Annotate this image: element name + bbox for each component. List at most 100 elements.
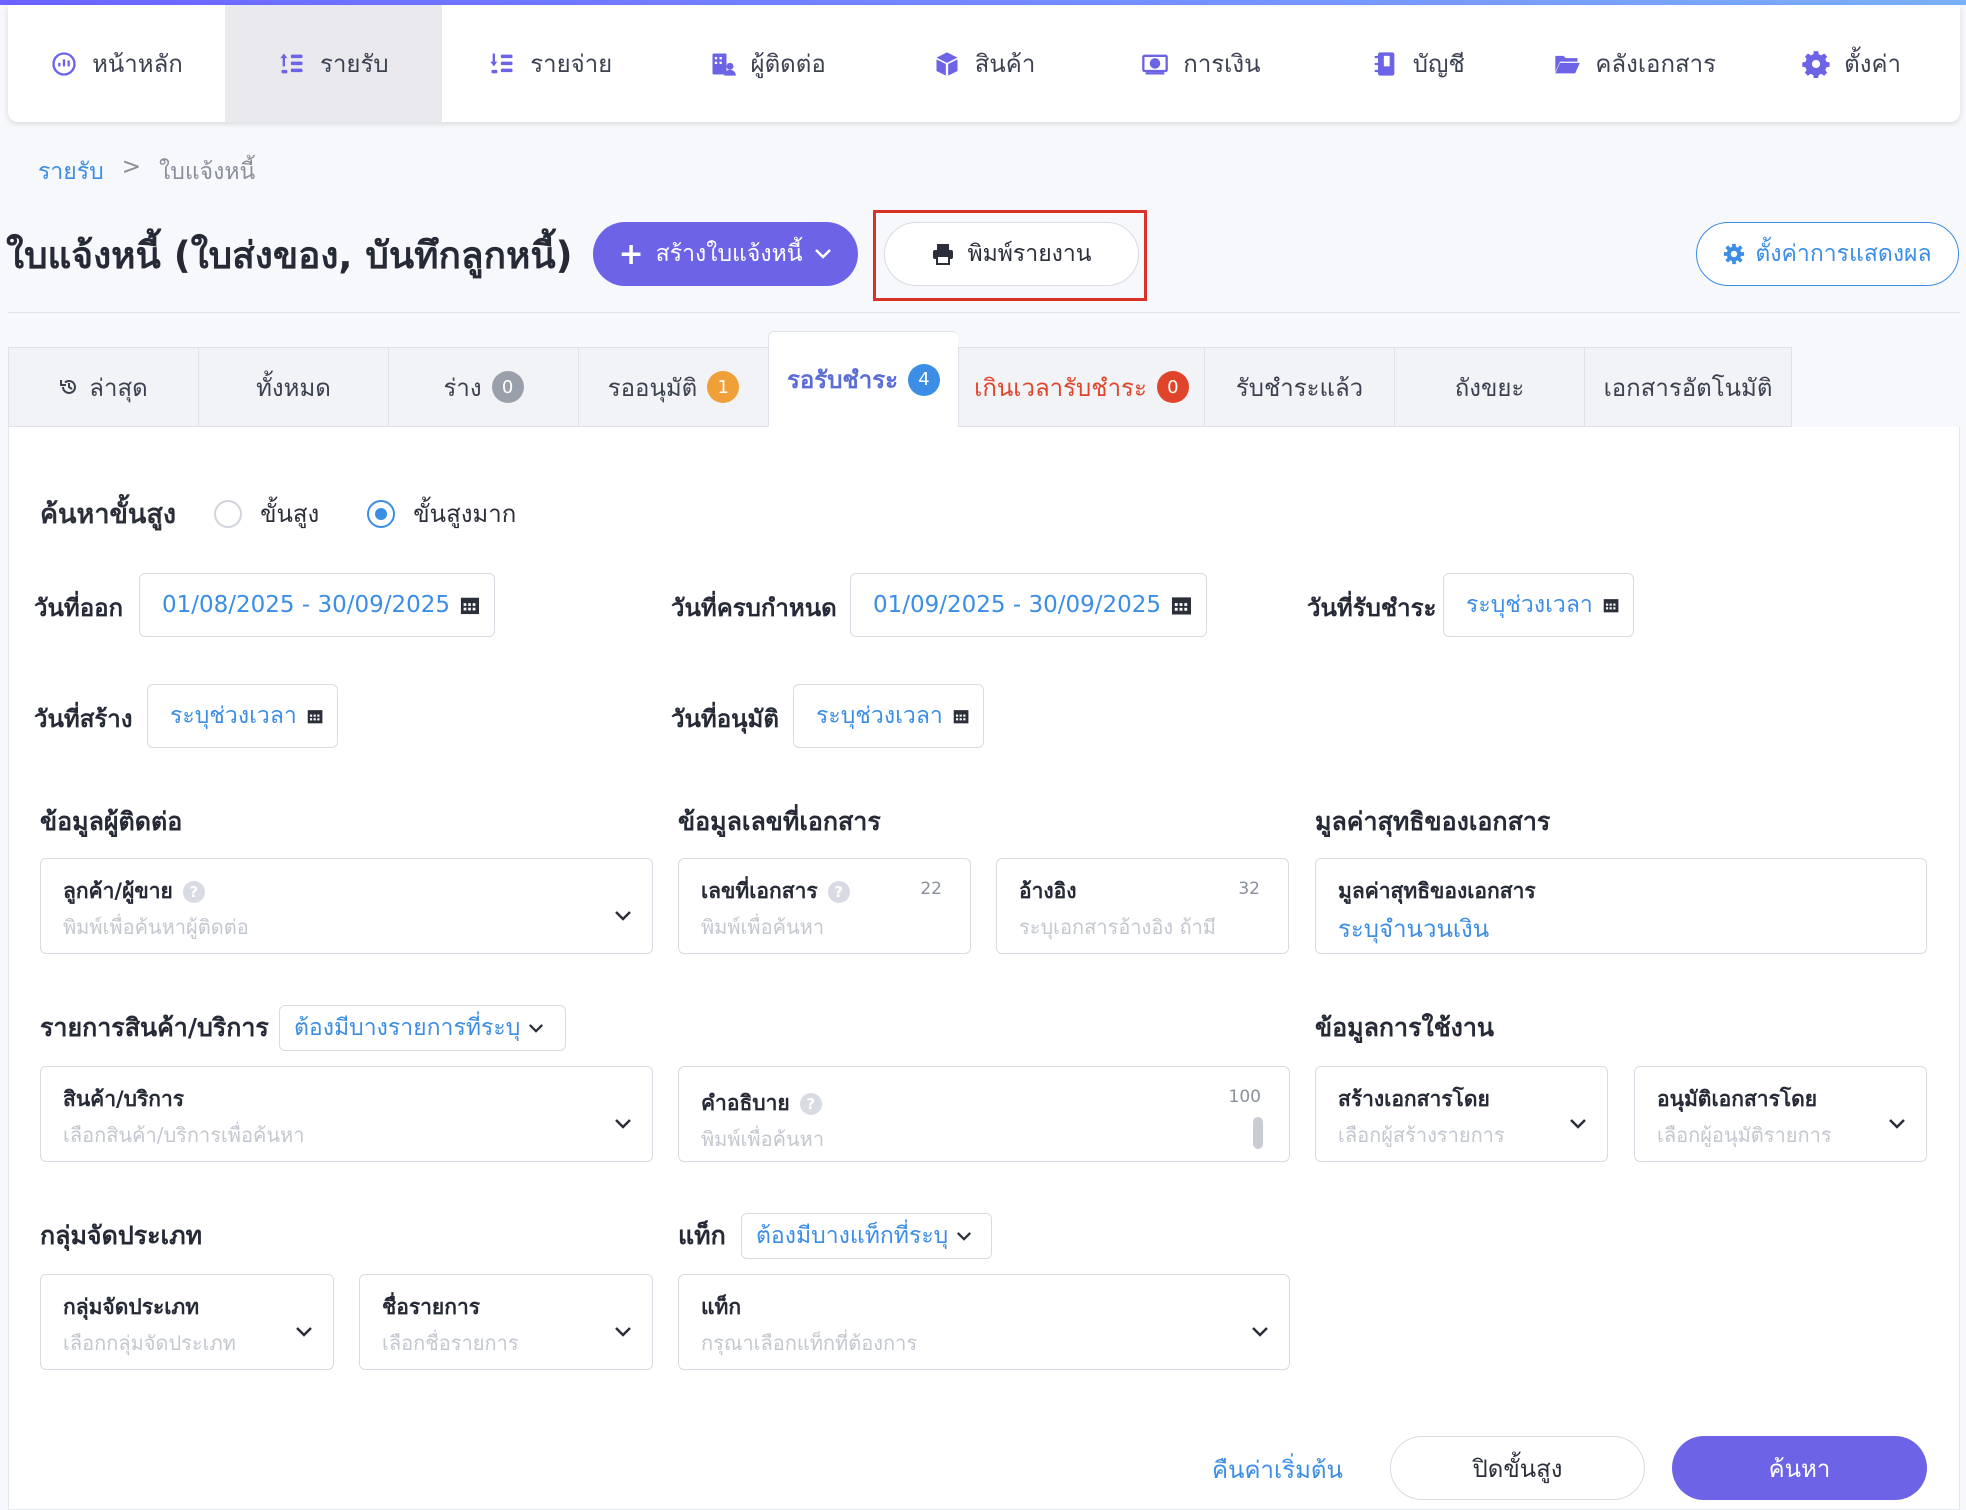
- created-by-label: สร้างเอกสารโดย: [1338, 1087, 1490, 1111]
- products-mode-select[interactable]: ต้องมีบางรายการที่ระบุ: [279, 1005, 566, 1051]
- close-advanced-button[interactable]: ปิดขั้นสูง: [1390, 1436, 1645, 1500]
- contact-section-title: ข้อมูลผู้ติดต่อ: [40, 807, 183, 836]
- net-value-input[interactable]: มูลค่าสุทธิของเอกสาร ระบุจำนวนเงิน: [1315, 858, 1927, 954]
- tags-mode-select[interactable]: ต้องมีบางแท็กที่ระบุ: [741, 1213, 992, 1259]
- nav-label: บัญชี: [1412, 50, 1465, 78]
- textarea-scrollbar[interactable]: [1253, 1117, 1263, 1149]
- description-placeholder: พิมพ์เพื่อค้นหา: [701, 1127, 825, 1151]
- tab-label: ถังขยะ: [1454, 373, 1525, 402]
- tab-all[interactable]: ทั้งหมด: [198, 347, 388, 427]
- document-number-input[interactable]: เลขที่เอกสาร ? 22 พิมพ์เพื่อค้นหา: [678, 858, 971, 954]
- contact-placeholder: พิมพ์เพื่อค้นหาผู้ติดต่อ: [63, 915, 249, 939]
- search-button[interactable]: ค้นหา: [1672, 1436, 1927, 1500]
- tab-awaiting-payment[interactable]: รอรับชำระ 4: [768, 331, 958, 427]
- docnum-label: เลขที่เอกสาร: [701, 879, 818, 903]
- nav-item-settings[interactable]: ตั้งค่า: [1743, 5, 1960, 122]
- nav-label: รายรับ: [320, 50, 389, 78]
- product-select[interactable]: สินค้า/บริการ เลือกสินค้า/บริการเพื่อค้น…: [40, 1066, 653, 1162]
- calendar-icon: [460, 597, 480, 615]
- nav-item-products[interactable]: สินค้า: [876, 5, 1093, 122]
- folder-icon: [1553, 50, 1581, 78]
- issue-date-value: 01/08/2025 - 30/09/2025: [162, 592, 451, 618]
- nav-item-dashboard[interactable]: หน้าหลัก: [8, 5, 225, 122]
- paid-date-label: วันที่รับชำระ: [1307, 594, 1437, 622]
- display-settings-button[interactable]: ตั้งค่าการแสดงผล: [1696, 222, 1959, 286]
- gear-icon: [1724, 243, 1745, 265]
- contact-label: ลูกค้า/ผู้ขาย: [63, 879, 173, 903]
- products-section-title: รายการสินค้า/บริการ: [40, 1013, 269, 1042]
- count-badge: 1: [707, 371, 740, 403]
- category-group-select[interactable]: กลุ่มจัดประเภท เลือกกลุ่มจัดประเภท: [40, 1274, 334, 1370]
- category-name-label: ชื่อรายการ: [382, 1295, 481, 1319]
- nav-item-finance[interactable]: การเงิน: [1092, 5, 1309, 122]
- description-textarea[interactable]: คำอธิบาย ? 100 พิมพ์เพื่อค้นหา: [678, 1066, 1290, 1162]
- issue-date-label: วันที่ออก: [34, 594, 124, 622]
- tab-latest[interactable]: ล่าสุด: [8, 347, 198, 427]
- printer-icon: [933, 244, 954, 265]
- nav-label: ผู้ติดต่อ: [750, 50, 826, 78]
- breadcrumb: รายรับ > ใบแจ้งหนี้: [38, 154, 255, 190]
- tab-trash[interactable]: ถังขยะ: [1394, 347, 1584, 427]
- due-date-range-picker[interactable]: 01/09/2025 - 30/09/2025: [850, 573, 1207, 637]
- category-name-placeholder: เลือกชื่อรายการ: [382, 1331, 519, 1355]
- paid-date-range-picker[interactable]: ระบุช่วงเวลา: [1443, 573, 1634, 637]
- tab-pending-approval[interactable]: รออนุมัติ 1: [578, 347, 768, 427]
- tab-recurring[interactable]: เอกสารอัตโนมัติ: [1584, 347, 1792, 427]
- nav-item-expense[interactable]: รายจ่าย: [442, 5, 659, 122]
- print-report-button[interactable]: พิมพ์รายงาน: [884, 222, 1139, 286]
- created-date-range-picker[interactable]: ระบุช่วงเวลา: [147, 684, 338, 748]
- count-badge: 0: [491, 371, 524, 403]
- chevron-down-icon: [815, 249, 832, 259]
- paid-date-value: ระบุช่วงเวลา: [1466, 592, 1593, 618]
- nav-item-contacts[interactable]: ผู้ติดต่อ: [659, 5, 876, 122]
- usage-section-title: ข้อมูลการใช้งาน: [1315, 1013, 1495, 1042]
- approved-by-placeholder: เลือกผู้อนุมัติรายการ: [1657, 1123, 1832, 1147]
- char-count: 100: [1228, 1087, 1261, 1107]
- ledger-icon: [1371, 50, 1399, 78]
- tab-draft[interactable]: ร่าง 0: [388, 347, 578, 427]
- chevron-down-icon: [529, 1023, 544, 1033]
- nav-item-accounting[interactable]: บัญชี: [1309, 5, 1526, 122]
- nav-item-income[interactable]: รายรับ: [224, 5, 442, 122]
- radio-advanced-label: ขั้นสูง: [260, 500, 320, 528]
- category-name-select[interactable]: ชื่อรายการ เลือกชื่อรายการ: [359, 1274, 653, 1370]
- reset-defaults-link[interactable]: คืนค่าเริ่มต้น: [1212, 1450, 1343, 1489]
- radio-advanced[interactable]: [214, 499, 243, 528]
- created-by-select[interactable]: สร้างเอกสารโดย เลือกผู้สร้างรายการ: [1315, 1066, 1608, 1162]
- breadcrumb-parent-link[interactable]: รายรับ: [38, 154, 104, 190]
- tab-paid[interactable]: รับชำระแล้ว: [1204, 347, 1394, 427]
- products-mode-value: ต้องมีบางรายการที่ระบุ: [294, 1015, 521, 1041]
- nav-item-documents[interactable]: คลังเอกสาร: [1526, 5, 1743, 122]
- tab-label: ล่าสุด: [89, 373, 148, 402]
- tags-select[interactable]: แท็ก กรุณาเลือกแท็กที่ต้องการ: [678, 1274, 1290, 1370]
- radio-very-advanced[interactable]: [367, 499, 396, 528]
- approved-by-select[interactable]: อนุมัติเอกสารโดย เลือกผู้อนุมัติรายการ: [1634, 1066, 1927, 1162]
- approved-date-range-picker[interactable]: ระบุช่วงเวลา: [793, 684, 984, 748]
- tab-label: เอกสารอัตโนมัติ: [1603, 373, 1773, 402]
- reference-input[interactable]: อ้างอิง 32 ระบุเอกสารอ้างอิง ถ้ามี: [996, 858, 1289, 954]
- description-label: คำอธิบาย: [701, 1091, 790, 1115]
- breadcrumb-separator: >: [121, 154, 141, 180]
- contacts-icon: [709, 50, 737, 78]
- radio-very-advanced-label: ขั้นสูงมาก: [413, 500, 517, 528]
- print-report-label: พิมพ์รายงาน: [967, 241, 1092, 267]
- approved-by-label: อนุมัติเอกสารโดย: [1657, 1087, 1818, 1111]
- tab-label: เกินเวลารับชำระ: [974, 373, 1147, 402]
- char-count: 32: [1238, 879, 1260, 899]
- chevron-down-icon: [615, 1327, 631, 1337]
- reference-placeholder: ระบุเอกสารอ้างอิง ถ้ามี: [1019, 915, 1216, 939]
- docnum-label-row: เลขที่เอกสาร ?: [701, 875, 850, 908]
- page-title: ใบแจ้งหนี้ (ใบส่งของ, บันทึกลูกหนี้): [6, 234, 573, 277]
- calendar-icon: [1172, 597, 1192, 615]
- tab-overdue[interactable]: เกินเวลารับชำระ 0: [958, 347, 1204, 427]
- calendar-icon: [1603, 599, 1619, 613]
- nav-label: หน้าหลัก: [92, 50, 183, 78]
- due-date-value: 01/09/2025 - 30/09/2025: [873, 592, 1162, 618]
- contact-select[interactable]: ลูกค้า/ผู้ขาย ? พิมพ์เพื่อค้นหาผู้ติดต่อ: [40, 858, 653, 954]
- product-placeholder: เลือกสินค้า/บริการเพื่อค้นหา: [63, 1123, 305, 1147]
- create-invoice-button[interactable]: + สร้างใบแจ้งหนี้: [593, 222, 858, 286]
- netvalue-section-title: มูลค่าสุทธิของเอกสาร: [1315, 807, 1551, 836]
- issue-date-range-picker[interactable]: 01/08/2025 - 30/09/2025: [139, 573, 495, 637]
- breadcrumb-current: ใบแจ้งหนี้: [158, 159, 256, 185]
- approved-date-value: ระบุช่วงเวลา: [816, 703, 943, 729]
